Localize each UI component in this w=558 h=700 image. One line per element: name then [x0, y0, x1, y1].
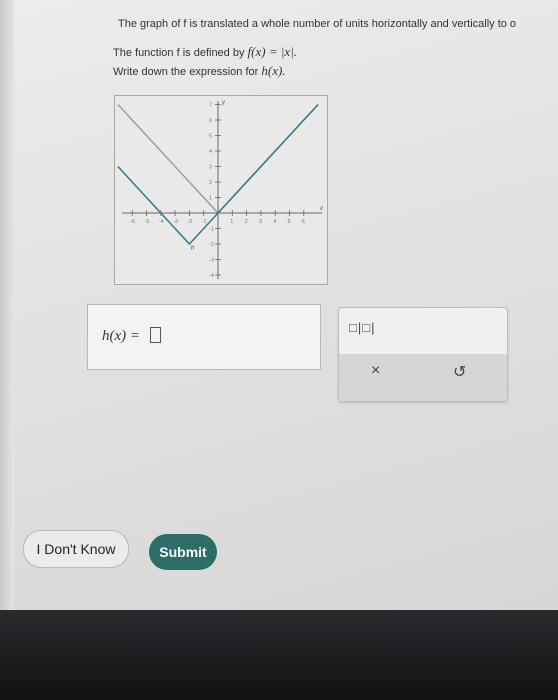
- submit-button[interactable]: Submit: [149, 534, 217, 570]
- x-tick-label: -5: [145, 219, 150, 225]
- x-tick-label: 3: [259, 219, 262, 225]
- instruction-prefix: Write down the expression for: [113, 66, 259, 78]
- clear-icon[interactable]: ×: [371, 362, 380, 380]
- x-tick-label: -1: [202, 219, 207, 225]
- y-tick-label: 5: [209, 134, 212, 140]
- answer-box: h(x) =: [87, 304, 321, 370]
- y-tick-label: -4: [209, 273, 214, 279]
- x-tick-label: 6: [302, 219, 305, 225]
- graph-frame: [114, 95, 328, 285]
- y-tick-label: 2: [209, 180, 212, 186]
- y-tick-label: 1: [209, 196, 212, 202]
- screen-edge: [0, 0, 14, 610]
- x-tick-label: 4: [273, 219, 276, 225]
- y-tick-label: 6: [209, 118, 212, 124]
- x-tick-label: -6: [130, 219, 135, 225]
- dont-know-button[interactable]: I Don't Know: [23, 530, 129, 568]
- function-definition: The function f is defined by f(x) = |x|.: [113, 44, 297, 60]
- absolute-value-button[interactable]: □|□|: [349, 320, 383, 338]
- instruction-text: Write down the expression for h(x).: [113, 63, 286, 79]
- x-tick-label: 2: [245, 219, 248, 225]
- answer-input[interactable]: [150, 327, 161, 343]
- monitor-bezel: [0, 610, 558, 700]
- y-tick-label: -2: [209, 242, 214, 248]
- y-tick-label: 7: [209, 103, 212, 109]
- x-tick-label: -4: [159, 219, 164, 225]
- y-tick-label: 4: [209, 149, 212, 155]
- instruction-math: h(x).: [261, 63, 286, 78]
- y-tick-label: 3: [209, 165, 212, 171]
- x-tick-label: -2: [187, 219, 192, 225]
- question-text: The graph of f is translated a whole num…: [118, 18, 517, 30]
- math-palette: □|□| × ↺: [338, 307, 508, 402]
- x-tick-label: 1: [230, 219, 233, 225]
- undo-icon[interactable]: ↺: [453, 362, 466, 382]
- screen: The graph of f is translated a whole num…: [0, 0, 558, 616]
- y-tick-label: -3: [209, 258, 214, 264]
- answer-label: h(x) =: [102, 328, 141, 344]
- x-tick-label: -3: [173, 219, 178, 225]
- coordinate-graph: xy-6 -5 -4 -3 -2 -1 1 2 3 4 5 67654321-1-2-3-4h: [114, 95, 328, 285]
- function-definition-prefix: The function f is defined by: [113, 47, 245, 59]
- y-tick-label: -1: [209, 227, 214, 233]
- palette-action-bar: × ↺: [339, 354, 507, 401]
- function-definition-math: f(x) = |x|.: [247, 44, 298, 59]
- x-tick-label: 5: [288, 219, 291, 225]
